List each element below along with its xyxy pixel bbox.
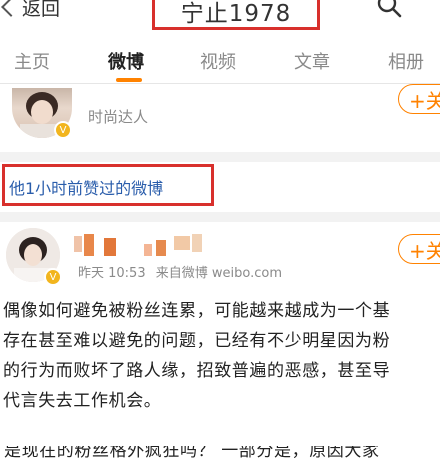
post-time: 昨天 10:53 <box>78 266 146 281</box>
follow-button[interactable]: +关 <box>398 84 440 114</box>
post-follow-button[interactable]: +关 <box>398 234 440 264</box>
verified-badge-icon: V <box>44 268 62 286</box>
post-body-line: 存在甚至难以避免的问题，已经有不少明星因为粉 <box>3 331 391 351</box>
user-tag: 时尚达人 <box>88 108 149 126</box>
post-body-line: 的行为而败坏了路人缘，招致普遍的恶感，甚至导 <box>3 361 391 381</box>
post-body-cut-line: 是现在的粉丝格外疯狂吗？ 一部分是，原因大家 <box>0 446 440 458</box>
top-bar: 返回 宁止1978 <box>0 0 440 36</box>
tab-video[interactable]: 视频 <box>200 48 236 74</box>
liked-posts-label: 他1小时前赞过的微博 <box>9 179 164 198</box>
page-title: 宁止1978 <box>152 0 320 30</box>
active-tab-indicator <box>116 78 142 82</box>
back-button[interactable]: 返回 <box>0 0 60 20</box>
liked-posts-label-box: 他1小时前赞过的微博 <box>2 164 214 206</box>
obscured-username[interactable] <box>74 234 210 260</box>
section-divider <box>0 152 440 162</box>
page-title-text: 宁止1978 <box>180 1 292 27</box>
section-divider <box>0 212 440 222</box>
chevron-left-icon <box>1 0 21 17</box>
post-body: 偶像如何避免被粉丝连累，可能越来越成为一个基 存在甚至难以避免的问题，已经有不少… <box>3 296 440 416</box>
back-label: 返回 <box>22 0 61 20</box>
tab-articles[interactable]: 文章 <box>294 48 330 74</box>
post-body-line: 偶像如何避免被粉丝连累，可能越来越成为一个基 <box>3 301 391 321</box>
post-source: 来自微博 weibo.com <box>155 266 282 281</box>
tab-album[interactable]: 相册 <box>388 48 424 74</box>
tab-home[interactable]: 主页 <box>14 48 50 74</box>
tab-weibo[interactable]: 微博 <box>108 48 144 74</box>
follow-label: +关 <box>409 238 440 263</box>
search-icon[interactable] <box>376 0 402 18</box>
post-body-line: 是现在的粉丝格外疯狂吗？ 一部分是，原因大家 <box>4 446 380 458</box>
profile-tabs: 主页 微博 视频 文章 相册 <box>0 44 440 84</box>
post-meta: 昨天 10:53 来自微博 weibo.com <box>78 262 282 281</box>
follow-label: +关 <box>409 88 440 113</box>
post-body-line: 代言失去工作机会。 <box>3 391 162 411</box>
verified-badge-icon: V <box>54 121 72 139</box>
